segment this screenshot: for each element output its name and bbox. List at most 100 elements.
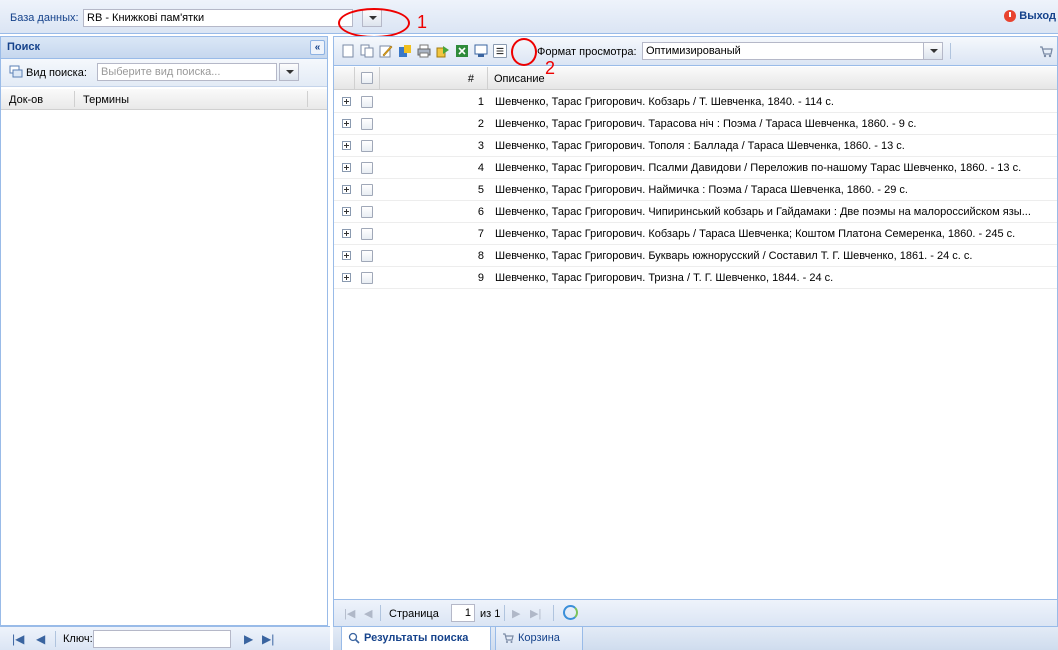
view-format-icon[interactable] — [474, 44, 488, 58]
first-page-icon[interactable]: |◀ — [344, 607, 355, 620]
row-checkbox[interactable] — [361, 272, 373, 284]
row-description[interactable]: Шевченко, Тарас Григорович. Тарасова ніч… — [495, 118, 1055, 130]
table-row[interactable]: 2 Шевченко, Тарас Григорович. Тарасова ні… — [334, 113, 1057, 135]
next-page-icon[interactable]: ▶ — [244, 632, 253, 646]
table-row[interactable]: 8 Шевченко, Тарас Григорович. Букварь южн… — [334, 245, 1057, 267]
export-icon[interactable] — [398, 44, 412, 58]
row-checkbox[interactable] — [361, 228, 373, 240]
terms-grid-header: Док-ов Термины — [1, 89, 327, 110]
expand-row-icon[interactable] — [342, 251, 351, 260]
cart-icon — [503, 633, 514, 643]
select-all-checkbox[interactable] — [361, 72, 373, 84]
list-icon[interactable] — [493, 44, 507, 58]
edit-icon[interactable] — [379, 44, 393, 58]
table-row[interactable]: 4 Шевченко, Тарас Григорович. Псалми Дави… — [334, 157, 1057, 179]
cart-icon[interactable] — [1039, 44, 1053, 58]
row-number: 8 — [477, 250, 484, 262]
key-input[interactable] — [93, 630, 231, 648]
expand-row-icon[interactable] — [342, 273, 351, 282]
expand-row-icon[interactable] — [342, 185, 351, 194]
column-separator — [307, 91, 308, 107]
annotation-number-2: 2 — [545, 58, 556, 78]
chevron-down-icon — [286, 70, 294, 74]
pager-separator — [55, 631, 56, 647]
row-checkbox[interactable] — [361, 140, 373, 152]
row-number: 1 — [477, 96, 484, 108]
table-row[interactable]: 5 Шевченко, Тарас Григорович. Наймичка : … — [334, 179, 1057, 201]
annotation-ellipse-2 — [511, 38, 537, 66]
search-type-dropdown-button[interactable] — [279, 63, 299, 81]
first-page-icon[interactable]: |◀ — [12, 632, 24, 646]
table-row[interactable]: 9 Шевченко, Тарас Григорович. Тризна / Т.… — [334, 267, 1057, 289]
power-icon — [1004, 10, 1017, 22]
annotation-number-1: 1 — [417, 12, 428, 32]
exit-label: Выход — [1019, 10, 1056, 22]
tab-label: Результаты поиска — [364, 632, 469, 644]
column-header-description[interactable]: Описание — [494, 73, 545, 85]
collapse-panel-button[interactable]: « — [310, 40, 325, 55]
table-row[interactable]: 3 Шевченко, Тарас Григорович. Тополя : Ба… — [334, 135, 1057, 157]
prev-page-icon[interactable]: ◀ — [364, 607, 372, 620]
row-description[interactable]: Шевченко, Тарас Григорович. Чипиринський… — [495, 206, 1055, 218]
row-description[interactable]: Шевченко, Тарас Григорович. Букварь южно… — [495, 250, 1055, 262]
view-format-label: Формат просмотра: — [537, 46, 637, 58]
expand-row-icon[interactable] — [342, 229, 351, 238]
row-number: 4 — [477, 162, 484, 174]
row-checkbox[interactable] — [361, 184, 373, 196]
expand-row-icon[interactable] — [342, 141, 351, 150]
double-chevron-left-icon: « — [314, 42, 321, 53]
expand-row-icon[interactable] — [342, 207, 351, 216]
pager-separator — [380, 605, 381, 621]
expand-row-icon[interactable] — [342, 163, 351, 172]
new-document-icon[interactable] — [341, 44, 355, 58]
print-icon[interactable] — [417, 44, 431, 58]
row-checkbox[interactable] — [361, 96, 373, 108]
last-page-icon[interactable]: ▶| — [530, 607, 541, 620]
row-checkbox[interactable] — [361, 118, 373, 130]
row-checkbox[interactable] — [361, 250, 373, 262]
page-number-input[interactable]: 1 — [451, 604, 475, 622]
view-format-input[interactable]: Оптимизированый — [642, 42, 924, 60]
tab-search-results[interactable]: Результаты поиска — [341, 627, 491, 650]
results-panel: Формат просмотра: Оптимизированый # Опис… — [333, 36, 1058, 626]
row-description[interactable]: Шевченко, Тарас Григорович. Тризна / Т. … — [495, 272, 1055, 284]
row-number: 5 — [477, 184, 484, 196]
move-icon[interactable] — [436, 44, 450, 58]
table-row[interactable]: 6 Шевченко, Тарас Григорович. Чипиринськи… — [334, 201, 1057, 223]
row-description[interactable]: Шевченко, Тарас Григорович. Кобзарь / Т.… — [495, 96, 1055, 108]
row-description[interactable]: Шевченко, Тарас Григорович. Кобзарь / Та… — [495, 228, 1055, 240]
view-format-dropdown-button[interactable] — [923, 42, 943, 60]
excel-icon[interactable] — [455, 44, 469, 58]
table-row[interactable]: 1 Шевченко, Тарас Григорович. Кобзарь / Т… — [334, 91, 1057, 113]
search-panel: Поиск « Вид поиска: Выберите вид поиска.… — [0, 36, 328, 626]
column-header-terms[interactable]: Термины — [83, 94, 129, 106]
copy-document-icon[interactable] — [360, 44, 374, 58]
bottom-tab-bar: Результаты поиска Корзина — [333, 626, 1058, 650]
last-page-icon[interactable]: ▶| — [262, 632, 274, 646]
search-type-label: Вид поиска: — [26, 67, 87, 79]
column-separator — [379, 67, 380, 90]
top-bar: База данных: RB - Книжкові пам'ятки Выхо… — [0, 0, 1058, 34]
refresh-icon[interactable] — [563, 605, 578, 620]
column-header-number[interactable]: # — [444, 73, 474, 85]
row-number: 7 — [477, 228, 484, 240]
next-page-icon[interactable]: ▶ — [512, 607, 520, 620]
database-combo-input[interactable]: RB - Книжкові пам'ятки — [83, 9, 353, 27]
search-panel-header: Поиск « — [1, 37, 327, 59]
row-description[interactable]: Шевченко, Тарас Григорович. Псалми Давид… — [495, 162, 1055, 174]
expand-row-icon[interactable] — [342, 97, 351, 106]
row-checkbox[interactable] — [361, 162, 373, 174]
row-checkbox[interactable] — [361, 206, 373, 218]
prev-page-icon[interactable]: ◀ — [36, 632, 45, 646]
column-header-docs[interactable]: Док-ов — [9, 94, 43, 106]
search-type-input[interactable]: Выберите вид поиска... — [97, 63, 277, 81]
tab-cart[interactable]: Корзина — [495, 627, 583, 650]
toolbar-separator — [950, 43, 951, 59]
exit-button[interactable]: Выход — [1004, 10, 1058, 22]
row-description[interactable]: Шевченко, Тарас Григорович. Наймичка : П… — [495, 184, 1055, 196]
table-row[interactable]: 7 Шевченко, Тарас Григорович. Кобзарь / Т… — [334, 223, 1057, 245]
annotation-ellipse-1 — [338, 8, 410, 38]
row-description[interactable]: Шевченко, Тарас Григорович. Тополя : Бал… — [495, 140, 1055, 152]
expand-row-icon[interactable] — [342, 119, 351, 128]
tab-label: Корзина — [518, 632, 560, 644]
